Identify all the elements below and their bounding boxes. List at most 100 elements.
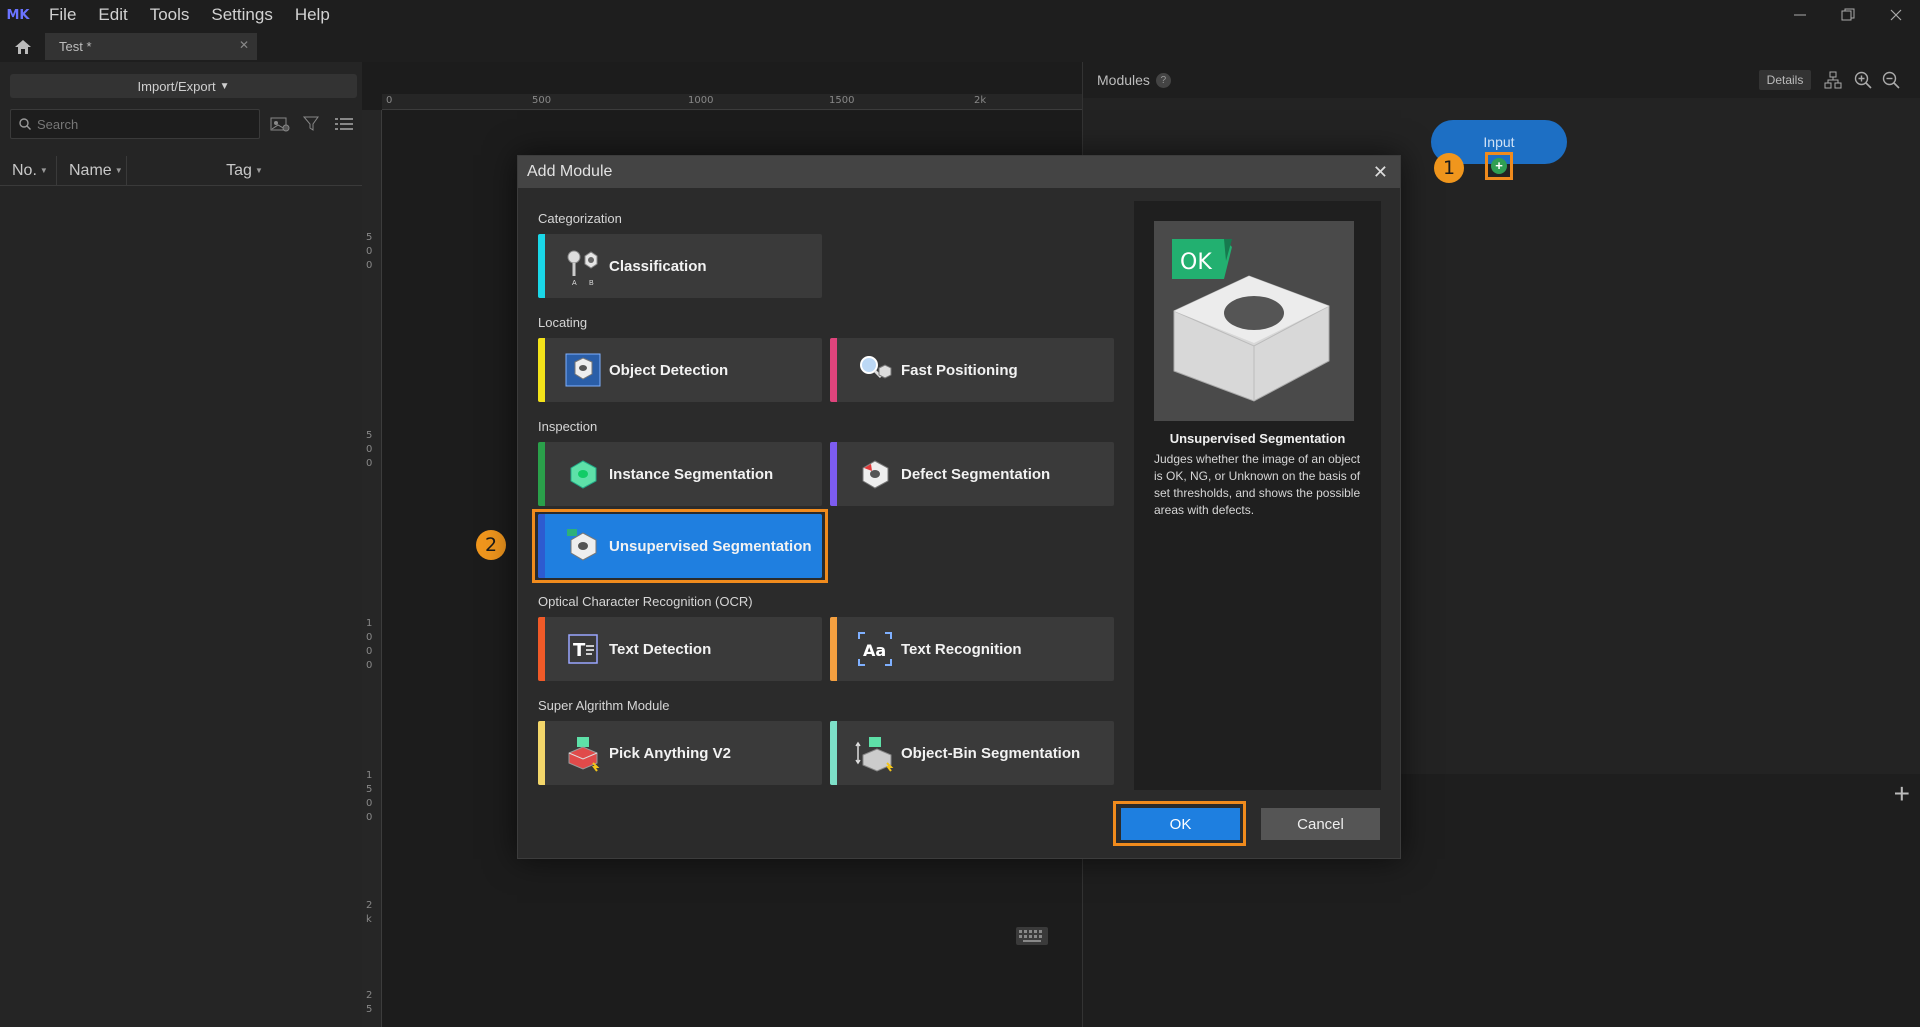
category-label: Locating — [538, 315, 588, 330]
preview-image: OK — [1154, 221, 1354, 421]
defect-segmentation-icon — [855, 454, 895, 494]
tab-row: Test * ✕ — [0, 30, 1920, 62]
import-export-button[interactable]: Import/Export ▼ — [10, 74, 357, 98]
zoom-in-icon[interactable] — [1853, 70, 1873, 90]
module-color-bar — [830, 617, 837, 681]
text-detection-icon: T — [563, 629, 603, 669]
module-label: Classification — [609, 257, 707, 275]
step-badge-2: 2 — [476, 530, 506, 560]
category-label: Optical Character Recognition (OCR) — [538, 594, 753, 609]
module-text-recognition[interactable]: Aa Text Recognition — [830, 617, 1114, 681]
sort-caret-icon: ▼ — [114, 166, 123, 175]
add-module-dialog: Add Module ✕ Categorization AB Classific… — [517, 155, 1401, 859]
tab-close-icon[interactable]: ✕ — [239, 38, 249, 52]
menu-help[interactable]: Help — [284, 0, 341, 30]
column-tag[interactable]: Tag ▼ — [127, 156, 362, 186]
app-logo: MK — [6, 7, 30, 23]
svg-text:B: B — [589, 280, 594, 286]
home-icon[interactable] — [10, 36, 36, 58]
module-object-detection[interactable]: Object Detection — [538, 338, 822, 402]
preview-title: Unsupervised Segmentation — [1169, 431, 1346, 446]
selection-highlight — [532, 509, 828, 583]
close-window-icon[interactable] — [1872, 0, 1920, 30]
module-color-bar — [538, 617, 545, 681]
module-color-bar — [538, 442, 545, 506]
ok-button[interactable]: OK — [1121, 808, 1240, 840]
layout-tree-icon[interactable] — [1823, 70, 1843, 90]
module-label: Pick Anything V2 — [609, 744, 731, 762]
list-toolbar — [268, 113, 356, 135]
dialog-title: Add Module — [527, 163, 613, 180]
module-color-bar — [830, 442, 837, 506]
caret-down-icon: ▼ — [219, 80, 230, 92]
add-node-highlight: + — [1485, 152, 1513, 180]
add-tab-button[interactable]: + — [1894, 778, 1910, 810]
svg-text:A: A — [572, 280, 577, 286]
search-box — [10, 109, 260, 139]
module-instance-segmentation[interactable]: Instance Segmentation — [538, 442, 822, 506]
category-label: Categorization — [538, 211, 622, 226]
svg-text:Aa: Aa — [863, 641, 886, 660]
tab-test[interactable]: Test * ✕ — [45, 33, 257, 60]
module-preview: OK Unsupervised Segmentation Judges whet… — [1134, 201, 1381, 790]
module-classification[interactable]: AB Classification — [538, 234, 822, 298]
module-text-detection[interactable]: T Text Detection — [538, 617, 822, 681]
column-no[interactable]: No. ▼ — [0, 155, 57, 186]
object-bin-segmentation-icon — [855, 733, 895, 773]
help-icon[interactable]: ? — [1155, 72, 1171, 88]
module-label: Instance Segmentation — [609, 465, 774, 483]
window-controls — [1776, 0, 1920, 30]
data-list-panel: Import/Export ▼ No.▼ Name▼ Tag▼ — [0, 62, 362, 1027]
module-label: Object-Bin Segmentation — [901, 744, 1081, 762]
fast-positioning-icon — [855, 350, 895, 390]
classification-icon: AB — [563, 246, 603, 286]
text-recognition-icon: Aa — [855, 629, 895, 669]
restore-icon[interactable] — [1824, 0, 1872, 30]
tab-label: Test * — [59, 39, 92, 54]
pick-anything-icon — [563, 733, 603, 773]
preview-description: Judges whether the image of an object is… — [1154, 452, 1361, 517]
filter-icon[interactable] — [300, 113, 324, 135]
menu-edit[interactable]: Edit — [87, 0, 138, 30]
module-color-bar — [538, 338, 545, 402]
menu-bar: MK File Edit Tools Settings Help — [0, 0, 1920, 30]
list-column-headers: No. ▼ Name ▼ Tag ▼ — [0, 155, 362, 186]
module-label: Defect Segmentation — [901, 465, 1051, 483]
dialog-title-bar: Add Module ✕ — [518, 156, 1400, 188]
module-color-bar — [830, 338, 837, 402]
preview-ok-badge: OK — [1180, 250, 1212, 275]
minimize-icon[interactable] — [1776, 0, 1824, 30]
add-node-button[interactable]: + — [1491, 158, 1507, 174]
category-label: Super Algrithm Module — [538, 698, 670, 713]
details-button[interactable]: Details — [1759, 70, 1811, 90]
module-label: Text Recognition — [901, 640, 1022, 658]
module-object-bin-segmentation[interactable]: Object-Bin Segmentation — [830, 721, 1114, 785]
module-label: Text Detection — [609, 640, 712, 658]
instance-segmentation-icon — [563, 454, 603, 494]
menu-file[interactable]: File — [38, 0, 87, 30]
module-color-bar — [830, 721, 837, 785]
object-detection-icon — [563, 350, 603, 390]
image-filter-icon[interactable] — [268, 113, 292, 135]
module-defect-segmentation[interactable]: Defect Segmentation — [830, 442, 1114, 506]
module-pick-anything-v2[interactable]: Pick Anything V2 — [538, 721, 822, 785]
keyboard-icon[interactable] — [1015, 924, 1049, 948]
modules-title: Modules — [1097, 72, 1150, 88]
menu-settings[interactable]: Settings — [200, 0, 283, 30]
module-fast-positioning[interactable]: Fast Positioning — [830, 338, 1114, 402]
cancel-button[interactable]: Cancel — [1261, 808, 1380, 840]
svg-text:T: T — [573, 640, 586, 661]
module-color-bar — [538, 234, 545, 298]
list-view-icon[interactable] — [332, 113, 356, 135]
column-name[interactable]: Name ▼ — [57, 155, 127, 186]
module-label: Object Detection — [609, 361, 729, 379]
ruler-left: 5 0 0 5 0 0 1 0 0 0 1 5 0 0 2 k 2 5 — [362, 110, 382, 1027]
close-icon[interactable]: ✕ — [1373, 162, 1388, 183]
step-badge-1: 1 — [1434, 153, 1464, 183]
zoom-out-icon[interactable] — [1881, 70, 1901, 90]
search-icon — [19, 118, 31, 130]
sort-caret-icon: ▼ — [39, 166, 48, 175]
search-input[interactable] — [37, 116, 237, 132]
ruler-top: 0 500 1000 1500 2k — [382, 94, 1082, 110]
menu-tools[interactable]: Tools — [139, 0, 201, 30]
